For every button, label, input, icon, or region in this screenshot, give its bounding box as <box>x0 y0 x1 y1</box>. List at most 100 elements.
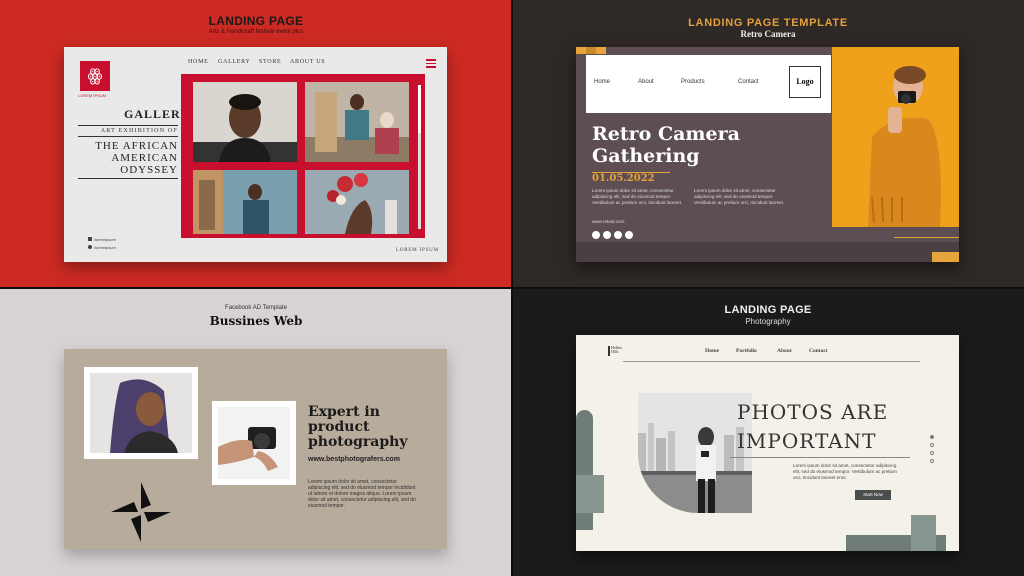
logo-mark-icon <box>608 346 610 356</box>
navbar: Home About Products Contact Logo <box>586 55 831 113</box>
nav-about-us[interactable]: ABOUT US <box>290 59 325 65</box>
headline-line: Retro Camera <box>592 123 740 145</box>
gallery-photo-painters[interactable] <box>305 82 409 162</box>
brand-logo[interactable]: Logo <box>789 66 821 98</box>
panel-title: LANDING PAGE TEMPLATE <box>688 17 848 29</box>
exhibition-label: ART EXHIBITION OF <box>78 125 178 137</box>
gallery-photo-artist[interactable] <box>193 170 297 234</box>
headline-line: Gathering <box>592 145 700 167</box>
headline-line: THE AFRICAN <box>95 140 178 152</box>
nav-about[interactable]: About <box>638 79 654 85</box>
start-now-button[interactable]: Start Now <box>855 490 891 500</box>
divider <box>78 178 178 179</box>
panel-business-web: Facebook AD Template Bussines Web Expert… <box>0 288 512 576</box>
accent-stripe <box>586 47 596 54</box>
decorative-shape <box>576 475 604 513</box>
social-handle: /loremipsum <box>94 237 116 242</box>
nav-portfolio[interactable]: Portfolio <box>736 348 757 354</box>
slide-indicator <box>930 435 934 467</box>
social-handle: /loremipsum <box>94 245 116 250</box>
nav-products[interactable]: Products <box>681 79 705 85</box>
pinterest-icon[interactable] <box>625 231 633 239</box>
panel-title: LANDING PAGE <box>724 304 812 316</box>
divider <box>730 457 910 458</box>
nav-gallery[interactable]: GALLERY <box>218 59 251 65</box>
hero-photo[interactable] <box>638 393 752 513</box>
panel-photography: LANDING PAGE Photography Hellen Hills Ho… <box>512 288 1024 576</box>
hero-photo-panel <box>832 47 959 227</box>
accent-stripe <box>932 252 959 262</box>
gallery-photo-flowers[interactable] <box>305 170 409 234</box>
ad-card: Expert in product photography www.bestph… <box>64 349 447 549</box>
scrollbar[interactable] <box>418 85 421 229</box>
social-twitter[interactable]: /loremipsum <box>88 245 116 250</box>
decorative-pinwheel-shape <box>106 477 176 547</box>
panel-african-odyssey: LANDING PAGE Arts & Handicraft festival … <box>0 0 512 288</box>
slide-dot[interactable] <box>930 451 934 455</box>
headline: PHOTOS ARE IMPORTANT <box>737 398 888 456</box>
panel-title: LANDING PAGE <box>208 14 304 28</box>
landing-card: Home About Products Contact Logo Retro C… <box>576 47 959 262</box>
social-icons <box>592 231 633 239</box>
landing-card: Hellen Hills Home Portfolio About Contac… <box>576 335 959 551</box>
event-date: 01.05.2022 <box>592 173 655 184</box>
headline: Expert in product photography <box>308 405 407 450</box>
headline-line: PHOTOS ARE <box>737 400 889 424</box>
slide-dot[interactable] <box>930 443 934 447</box>
nav-store[interactable]: STORE <box>259 59 281 65</box>
headline-line: IMPORTANT <box>737 429 877 453</box>
woman-photo <box>90 373 192 453</box>
footer-bar <box>576 242 959 262</box>
social-facebook[interactable]: /loremipsum <box>88 237 116 242</box>
gallery-frame <box>181 74 425 238</box>
description-left: Lorem ipsum dolor sit amet, consectetur … <box>592 188 683 205</box>
headline-line: photography <box>308 434 408 450</box>
polaroid-photo-woman[interactable] <box>84 367 198 459</box>
panel-subtitle: Photography <box>745 317 791 326</box>
description-right: Lorem ipsum dolor sit amet, consectetur … <box>694 188 785 205</box>
panel-retro-camera: LANDING PAGE TEMPLATE Retro Camera Home … <box>512 0 1024 288</box>
website-link[interactable]: www.reteal.com <box>592 219 624 224</box>
headline-line: ODYSSEY <box>120 164 178 176</box>
brand-logo-text: LOREM IPSUM <box>78 93 107 98</box>
panel-divider <box>0 287 1024 289</box>
panel-subtitle: Arts & Handicraft festival event plus <box>208 29 304 35</box>
brand-logo[interactable]: Hellen Hills <box>608 346 622 356</box>
nav-contact[interactable]: Contact <box>738 79 759 85</box>
description: Lorem ipsum dolor sit amet, consectetur … <box>793 463 897 480</box>
slide-dot[interactable] <box>930 459 934 463</box>
photographer-photo[interactable] <box>832 47 959 227</box>
gallery-photo-portrait[interactable] <box>193 82 297 162</box>
gallery-heading: GALLERY <box>124 107 190 121</box>
nav-divider <box>623 361 920 362</box>
landing-card: ꙮ LOREM IPSUM HOME GALLERY STORE ABOUT U… <box>64 47 447 262</box>
divider <box>894 237 959 238</box>
website-link[interactable]: www.bestphotografers.com <box>308 456 400 463</box>
slide-dot[interactable] <box>930 435 934 439</box>
camera-photo <box>218 407 290 479</box>
logo-line: Hills <box>611 349 619 354</box>
panel-subtitle: Bussines Web <box>209 314 303 328</box>
brand-logo[interactable]: ꙮ <box>80 61 110 91</box>
nav-about[interactable]: About <box>777 348 792 354</box>
polaroid-photo-camera[interactable] <box>212 401 296 485</box>
twitter-icon <box>88 245 92 249</box>
nav-home[interactable]: HOME <box>188 59 208 65</box>
panel-subtitle: Retro Camera <box>740 29 796 39</box>
scrollbar-thumb[interactable] <box>418 85 421 133</box>
nav-home[interactable]: Home <box>594 79 610 85</box>
nav-home[interactable]: Home <box>705 348 719 354</box>
facebook-icon[interactable] <box>603 231 611 239</box>
panel-title: Facebook AD Template <box>225 305 287 311</box>
description: Lorem ipsum dolor sit amet, consectetur … <box>308 479 416 509</box>
headline: Retro Camera Gathering <box>592 123 740 167</box>
headline-line: Expert in <box>308 404 380 420</box>
hamburger-menu-icon[interactable] <box>426 59 436 70</box>
facebook-icon <box>88 237 92 241</box>
decorative-shape <box>911 515 936 551</box>
headline-line: product <box>308 419 370 435</box>
instagram-icon[interactable] <box>592 231 600 239</box>
twitter-icon[interactable] <box>614 231 622 239</box>
nav-contact[interactable]: Contact <box>809 348 828 354</box>
footer-text: LOREM IPSUM <box>396 248 439 253</box>
